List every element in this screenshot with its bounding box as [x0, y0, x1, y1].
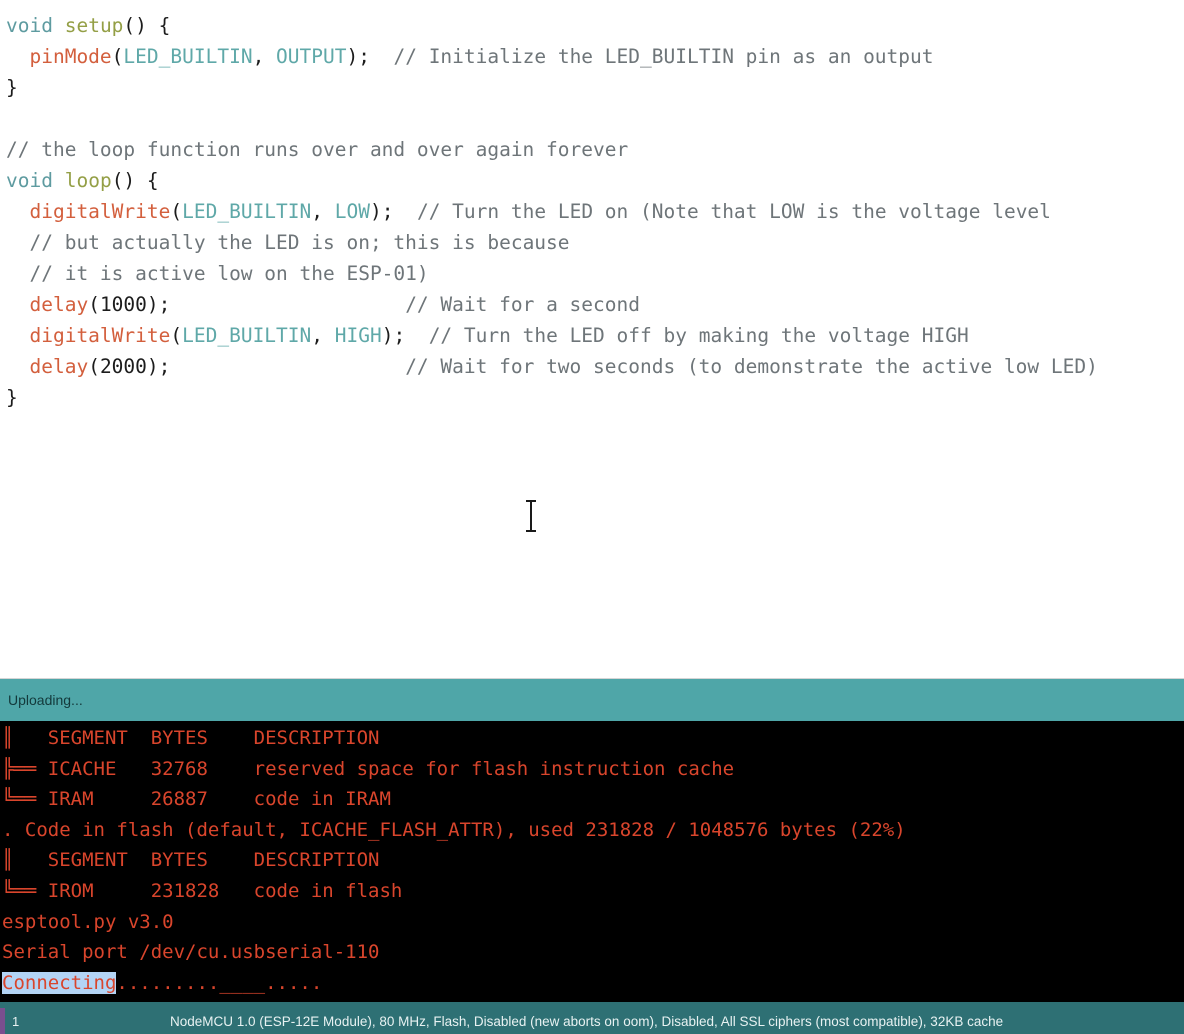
code-text-area[interactable]: void setup() { pinMode(LED_BUILTIN, OUTP… — [0, 10, 1184, 413]
code-token: HIGH — [334, 324, 382, 347]
code-token: , — [311, 324, 335, 347]
console-text: Serial port /dev/cu.usbserial-110 — [2, 941, 380, 964]
upload-status-banner: Uploading... — [0, 678, 1184, 721]
code-token: 2000 — [99, 355, 147, 378]
code-token: // Turn the LED off by making the voltag… — [428, 324, 969, 347]
code-token: LED_BUILTIN — [123, 45, 253, 68]
code-token: ); — [346, 45, 394, 68]
console-line: ╠══ ICACHE 32768 reserved space for flas… — [0, 754, 1184, 785]
console-line: . Code in flash (default, ICACHE_FLASH_A… — [0, 815, 1184, 846]
code-token: pinMode — [29, 45, 112, 68]
code-token: 1000 — [99, 293, 147, 316]
console-text: ╚══ IROM 231828 code in flash — [2, 879, 403, 902]
console-text: ╠══ ICACHE 32768 reserved space for flas… — [2, 757, 735, 780]
code-token: ( — [88, 293, 100, 316]
console-text: ║ SEGMENT BYTES DESCRIPTION — [2, 727, 380, 749]
code-token: // Turn the LED on (Note that LOW is the… — [416, 200, 1051, 223]
code-token: LOW — [334, 200, 370, 223]
console-text: ║ SEGMENT BYTES DESCRIPTION — [2, 849, 380, 872]
console-text: ╚══ IRAM 26887 code in IRAM — [2, 788, 391, 811]
code-editor[interactable]: void setup() { pinMode(LED_BUILTIN, OUTP… — [0, 0, 1184, 678]
code-token: ); — [146, 293, 406, 316]
console-line: Serial port /dev/cu.usbserial-110 — [0, 937, 1184, 968]
console-text: .........____..... — [116, 971, 323, 994]
console-text: . Code in flash (default, ICACHE_FLASH_A… — [2, 818, 906, 841]
code-token: // it is active low on the ESP-01) — [29, 262, 429, 285]
code-token: loop — [64, 169, 112, 192]
status-board-info: NodeMCU 1.0 (ESP-12E Module), 80 MHz, Fl… — [170, 1013, 1004, 1029]
console-line: esptool.py v3.0 — [0, 907, 1184, 938]
code-token: () { — [111, 169, 159, 192]
code-token: , — [252, 45, 277, 68]
code-token: delay — [29, 293, 89, 316]
code-token: () { — [123, 14, 171, 37]
code-token: OUTPUT — [276, 45, 347, 68]
console-line: ║ SEGMENT BYTES DESCRIPTION — [0, 845, 1184, 876]
code-line: } — [6, 72, 1184, 103]
code-token: // but actually the LED is on; this is b… — [29, 231, 570, 254]
code-token: // the loop function runs over and over … — [6, 138, 629, 161]
status-line-number: 1 — [12, 1013, 20, 1029]
code-line: // it is active low on the ESP-01) — [6, 258, 1184, 289]
code-line: delay(2000); // Wait for two seconds (to… — [6, 351, 1184, 382]
code-token: ( — [170, 324, 183, 347]
code-token: // Wait for two seconds (to demonstrate … — [405, 355, 1098, 378]
arduino-ide-window: void setup() { pinMode(LED_BUILTIN, OUTP… — [0, 0, 1184, 1034]
code-line: digitalWrite(LED_BUILTIN, LOW); // Turn … — [6, 196, 1184, 227]
console-line: ╚══ IRAM 26887 code in IRAM — [0, 784, 1184, 815]
code-line: digitalWrite(LED_BUILTIN, HIGH); // Turn… — [6, 320, 1184, 351]
code-token: digitalWrite — [29, 200, 171, 223]
code-token: ); — [369, 200, 417, 223]
code-line: pinMode(LED_BUILTIN, OUTPUT); // Initial… — [6, 41, 1184, 72]
code-token: digitalWrite — [29, 324, 171, 347]
text-ibeam-cursor — [524, 498, 538, 534]
code-token: void — [6, 14, 53, 37]
code-line: void setup() { — [6, 10, 1184, 41]
console-output-panel[interactable]: ║ SEGMENT BYTES DESCRIPTION ╠══ ICACHE 32… — [0, 721, 1184, 1002]
code-token: LED_BUILTIN — [182, 324, 312, 347]
code-line: void loop() { — [6, 165, 1184, 196]
code-token: ( — [88, 355, 100, 378]
code-line: } — [6, 382, 1184, 413]
code-token: , — [311, 200, 335, 223]
code-token: } — [6, 76, 18, 99]
console-line: Connecting.........____..... — [0, 968, 1184, 999]
code-token: ( — [111, 45, 124, 68]
console-line: ║ SEGMENT BYTES DESCRIPTION — [0, 723, 1184, 754]
status-bar: 1 NodeMCU 1.0 (ESP-12E Module), 80 MHz, … — [0, 1008, 1184, 1034]
upload-status-label: Uploading... — [8, 692, 83, 708]
code-token: } — [6, 386, 18, 409]
code-line: delay(1000); // Wait for a second — [6, 289, 1184, 320]
code-token: LED_BUILTIN — [182, 200, 312, 223]
console-text: esptool.py v3.0 — [2, 910, 174, 933]
code-token: // Initialize the LED_BUILTIN pin as an … — [393, 45, 934, 68]
code-token: // Wait for a second — [405, 293, 640, 316]
code-token: ); — [146, 355, 406, 378]
console-selected-text: Connecting — [2, 971, 117, 994]
code-token: setup — [64, 14, 124, 37]
code-token: ); — [381, 324, 429, 347]
code-token: void — [6, 169, 53, 192]
code-token: ( — [170, 200, 183, 223]
code-line: // but actually the LED is on; this is b… — [6, 227, 1184, 258]
console-line: ╚══ IROM 231828 code in flash — [0, 876, 1184, 907]
code-line: // the loop function runs over and over … — [6, 134, 1184, 165]
code-token: delay — [29, 355, 89, 378]
